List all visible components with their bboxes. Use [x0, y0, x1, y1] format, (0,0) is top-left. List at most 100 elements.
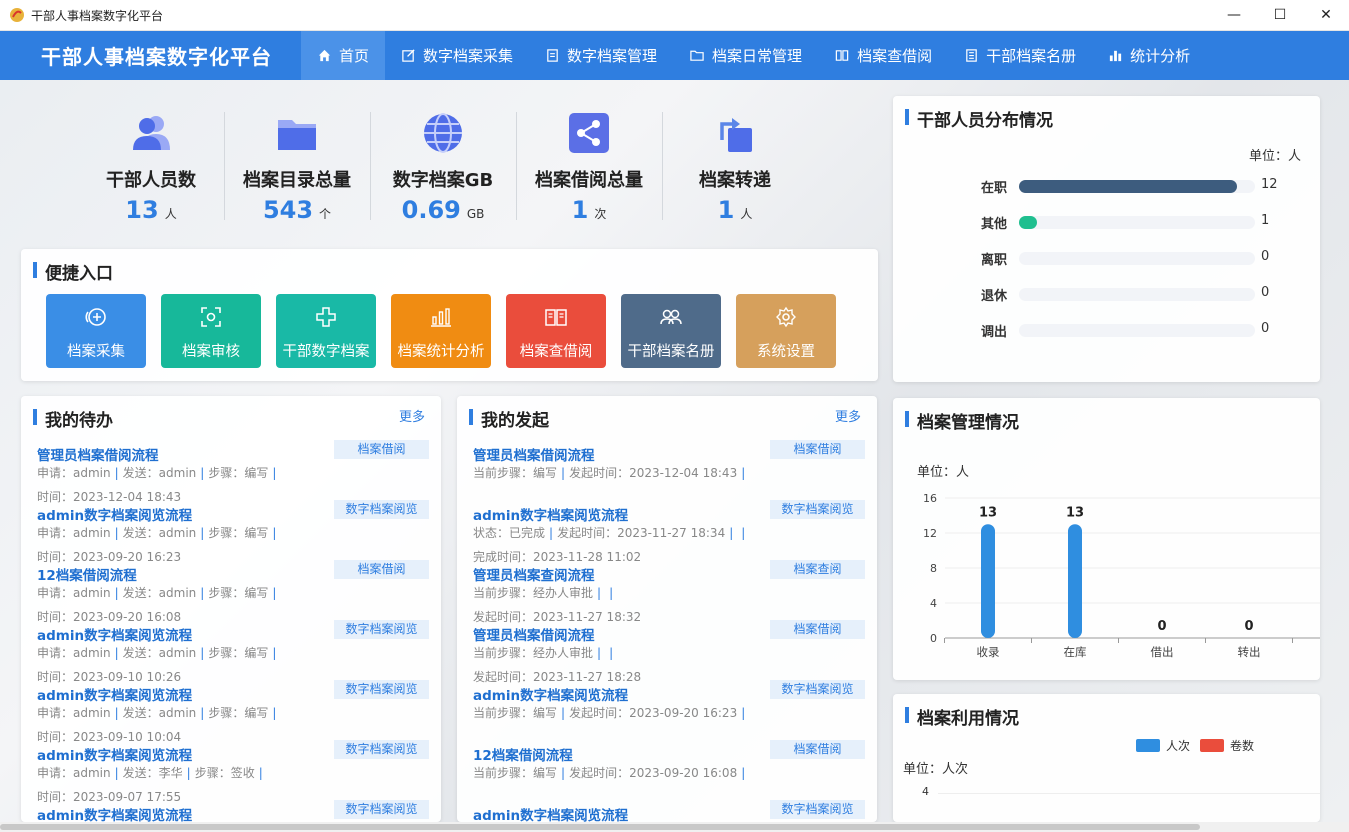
item-meta: 状态：已完成 | 发起时间：2023-11-27 18:34 | | [473, 526, 746, 540]
stat-value: 1 [717, 196, 735, 224]
item-meta: 申请：admin | 发送：李华 | 步骤：签收 | [37, 766, 263, 780]
quick-cadre-digital-button[interactable]: 干部数字档案 [276, 294, 376, 368]
maximize-button[interactable]: ☐ [1257, 0, 1303, 31]
nav-digital-collection[interactable]: 数字档案采集 [385, 31, 529, 80]
launched-item[interactable]: 管理员档案借阅流程 档案借阅 当前步骤：编写 | 发起时间：2023-12-04 18:… [473, 438, 865, 498]
distribution-bar-row: 离职 0 [981, 248, 1301, 268]
item-meta: 申请：admin | 发送：admin | 步骤：编写 | [37, 466, 277, 480]
item-title[interactable]: admin数字档案阅览流程 [473, 684, 628, 704]
todo-item[interactable]: 管理员档案借阅流程 档案借阅 申请：admin | 发送：admin | 步骤：编写 | 时间：… [37, 438, 429, 504]
launched-item[interactable]: 管理员档案借阅流程 档案借阅 当前步骤：经办人审批 | | 发起时间：2023-11-27… [473, 618, 865, 684]
people-icon [133, 116, 170, 150]
bar [1068, 524, 1082, 638]
bar-chart-icon [431, 308, 451, 327]
y-tick-label: 4 [930, 597, 937, 610]
item-title[interactable]: admin数字档案阅览流程 [37, 624, 192, 644]
nav-statistics[interactable]: 统计分析 [1092, 31, 1206, 80]
item-tag: 档案查阅 [770, 560, 865, 579]
launched-item[interactable]: 管理员档案查阅流程 档案查阅 当前步骤：经办人审批 | | 发起时间：2023-11-27… [473, 558, 865, 624]
item-title[interactable]: admin数字档案阅览流程 [37, 804, 192, 822]
share-icon [569, 113, 609, 153]
minimize-button[interactable]: — [1211, 0, 1257, 31]
management-bar-chart: 0481216收录13在库13借出0转出0待接0 [923, 492, 1320, 659]
home-icon [318, 49, 331, 62]
usage-legend: 人次 卷数 [1136, 737, 1254, 754]
scan-icon [201, 307, 221, 327]
todo-item[interactable]: admin数字档案阅览流程 数字档案阅览申请：admin | 发送：admin | 步骤：… [37, 498, 429, 564]
stat-catalog-total[interactable]: 档案目录总量 543 个 [224, 106, 370, 224]
item-title[interactable]: 管理员档案查阅流程 [473, 564, 595, 584]
stat-borrow-total[interactable]: 档案借阅总量 1次 [516, 106, 662, 224]
item-title[interactable]: 12档案借阅流程 [37, 564, 137, 584]
scrollbar-thumb[interactable] [0, 824, 1200, 830]
todo-item[interactable]: 12档案借阅流程 档案借阅 申请：admin | 发送：admin | 步骤：编写 | 时间：2… [37, 558, 429, 624]
close-button[interactable]: ✕ [1303, 0, 1349, 31]
nav-digital-management[interactable]: 数字档案管理 [529, 31, 673, 80]
nav-home[interactable]: 首页 [301, 31, 386, 80]
item-title[interactable]: admin数字档案阅览流程 [37, 744, 192, 764]
item-tag: 数字档案阅览 [334, 500, 429, 519]
edit-icon [402, 49, 415, 62]
book-icon [545, 309, 567, 326]
transfer-icon [720, 118, 752, 152]
item-tag: 档案借阅 [334, 440, 429, 459]
todo-item[interactable]: admin数字档案阅览流程 数字档案阅览 申请：admin | 发送：李华 | 步骤：签收 |… [37, 738, 429, 804]
todo-more-link[interactable]: 更多 [399, 406, 425, 425]
todo-item[interactable]: admin数字档案阅览流程 数字档案阅览 申请：admin | 发送：admin | 步骤：… [37, 678, 429, 744]
quick-archive-review-button[interactable]: 档案审核 [161, 294, 261, 368]
stat-transfer[interactable]: 档案转递 1人 [662, 106, 808, 224]
item-title[interactable]: 12档案借阅流程 [473, 744, 573, 764]
bar-value: 1 [1261, 213, 1270, 228]
todo-item[interactable]: admin数字档案阅览流程 数字档案阅览 [37, 798, 429, 822]
management-panel: 档案管理情况 单位：人 0481216收录13在库13借出0转出0待接0 [893, 398, 1320, 680]
window-title: 干部人事档案数字化平台 [31, 8, 164, 23]
launched-item[interactable]: admin数字档案阅览流程 数字档案阅览 [473, 798, 865, 822]
item-title[interactable]: admin数字档案阅览流程 [473, 504, 628, 524]
item-title[interactable]: admin数字档案阅览流程 [473, 804, 628, 822]
item-title[interactable]: 管理员档案借阅流程 [473, 444, 595, 464]
quick-archive-collect-button[interactable]: 档案采集 [46, 294, 146, 368]
bar-track [1019, 180, 1255, 193]
gridline [938, 793, 1320, 794]
nav-roster[interactable]: 干部档案名册 [948, 31, 1092, 80]
bar-fill [1019, 216, 1038, 229]
nav-borrow[interactable]: 档案查借阅 [818, 31, 948, 80]
launched-item[interactable]: admin数字档案阅览流程 数字档案阅览 当前步骤：编写 | 发起时间：2023-09-… [473, 678, 865, 738]
launched-more-link[interactable]: 更多 [835, 406, 861, 425]
stat-unit: 次 [594, 207, 607, 221]
data-label: 13 [979, 505, 997, 520]
item-meta: 申请：admin | 发送：admin | 步骤：编写 | [37, 526, 277, 540]
item-meta: 申请：admin | 发送：admin | 步骤：编写 | [37, 646, 277, 660]
quick-roster-button[interactable]: 干部档案名册 [621, 294, 721, 368]
stat-cadre-count[interactable]: 干部人员数 13 人 [78, 106, 224, 224]
launched-item[interactable]: admin数字档案阅览流程 数字档案阅览状态：已完成 | 发起时间：2023-11-2… [473, 498, 865, 564]
launched-list: 管理员档案借阅流程 档案借阅 当前步骤：编写 | 发起时间：2023-12-04 18:… [473, 438, 865, 822]
bar-track [1019, 252, 1255, 265]
data-label: 0 [1157, 619, 1166, 634]
stat-digital-gb[interactable]: 数字档案GB 0.69 GB [370, 106, 516, 224]
launched-item[interactable]: 12档案借阅流程 档案借阅 当前步骤：编写 | 发起时间：2023-09-20 16:0… [473, 738, 865, 798]
gear-icon [776, 306, 796, 328]
todo-item[interactable]: admin数字档案阅览流程 数字档案阅览 申请：admin | 发送：admin | 步骤：… [37, 618, 429, 684]
y-tick-label: 16 [923, 492, 937, 505]
book-icon [835, 50, 849, 61]
quick-statistics-button[interactable]: 档案统计分析 [391, 294, 491, 368]
stat-value: 1 [571, 196, 589, 224]
item-title[interactable]: admin数字档案阅览流程 [37, 504, 192, 524]
horizontal-scrollbar[interactable] [0, 822, 1349, 832]
y-tick-label: 4 [922, 785, 929, 798]
nav-daily-management[interactable]: 档案日常管理 [673, 31, 818, 80]
quick-borrow-button[interactable]: 档案查借阅 [506, 294, 606, 368]
item-tag: 数字档案阅览 [770, 500, 865, 519]
item-tag: 数字档案阅览 [334, 680, 429, 699]
item-title[interactable]: admin数字档案阅览流程 [37, 684, 192, 704]
item-title[interactable]: 管理员档案借阅流程 [473, 624, 595, 644]
item-title[interactable]: 管理员档案借阅流程 [37, 444, 159, 464]
bar-value: 0 [1261, 285, 1270, 300]
y-tick-label: 12 [923, 527, 937, 540]
distribution-bar-row: 在职 12 [981, 176, 1301, 196]
quick-settings-button[interactable]: 系统设置 [736, 294, 836, 368]
stat-label: 数字档案GB [392, 170, 494, 191]
distribution-bar-row: 退休 0 [981, 284, 1301, 304]
todo-panel: 我的待办 更多 管理员档案借阅流程 档案借阅 申请：admin | 发送：admin | 步… [21, 396, 441, 822]
